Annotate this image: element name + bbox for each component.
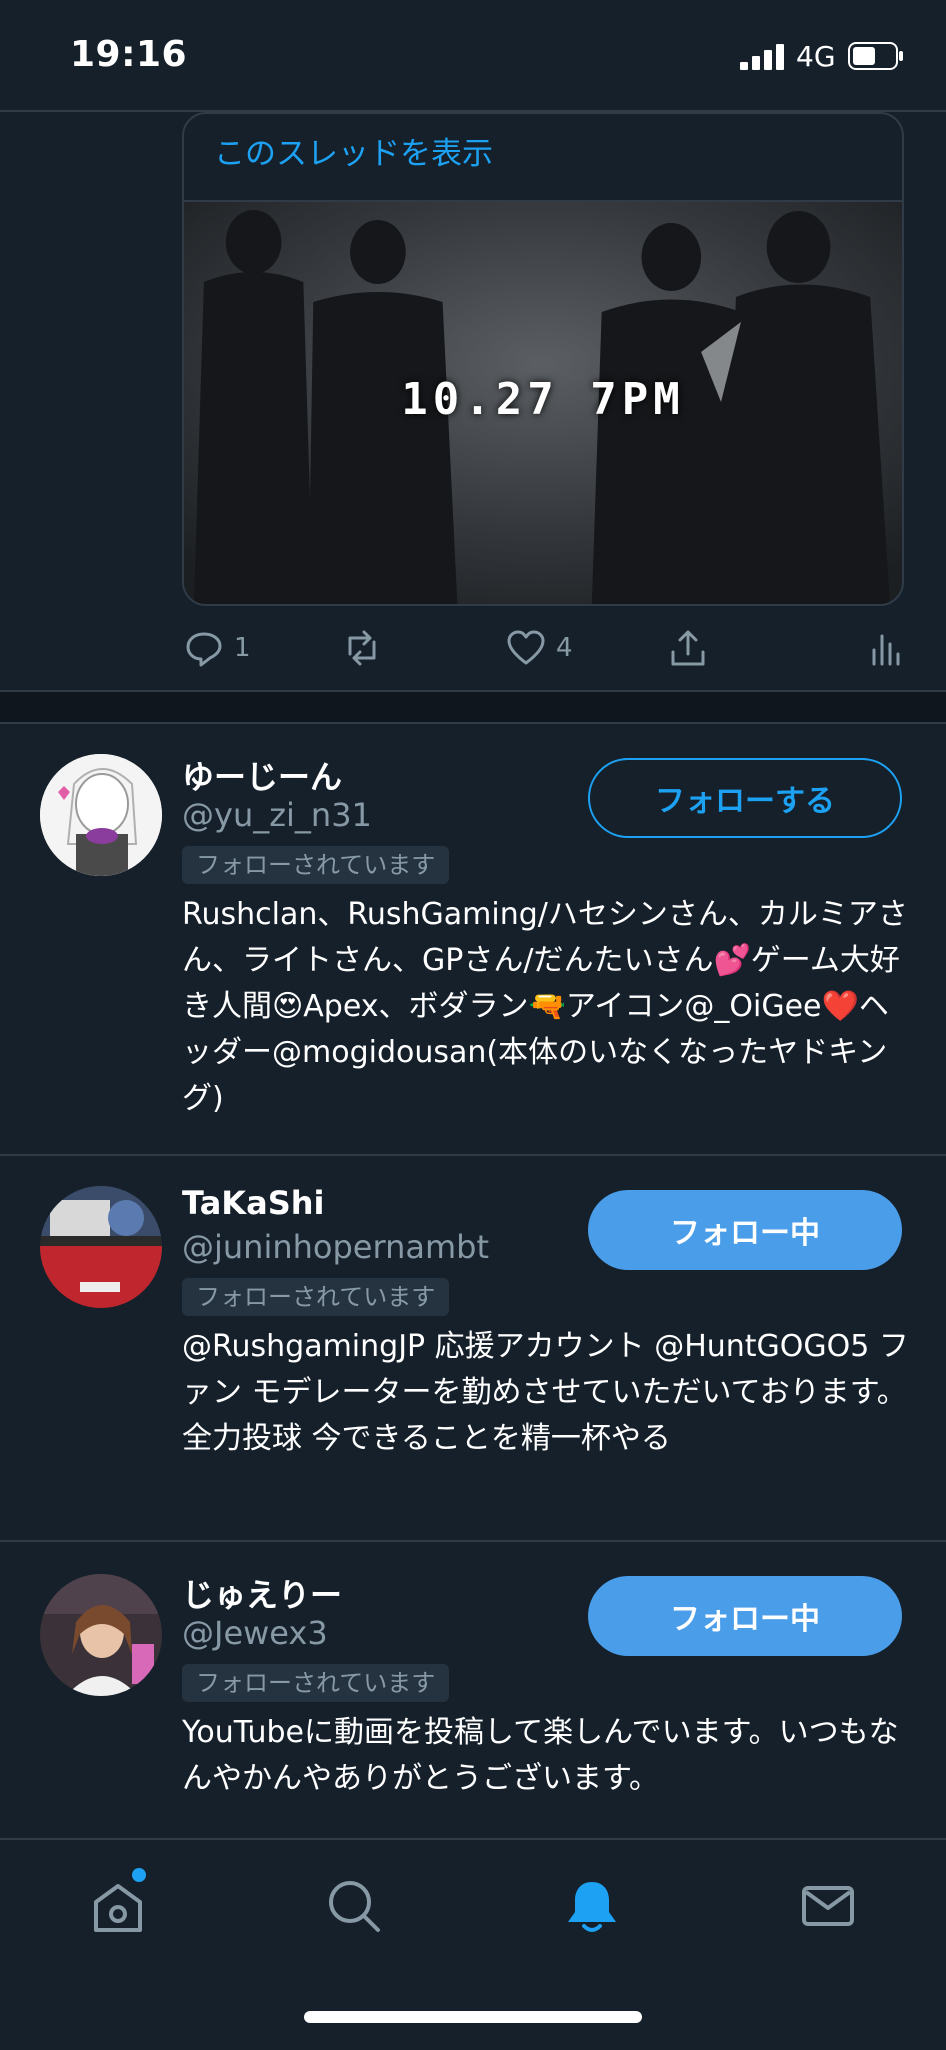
user-name[interactable]: ゆーじーん (182, 752, 342, 798)
user-bio: Rushclan、RushGaming/ハセシンさん、カルミアさん、ライトさん、… (182, 897, 908, 1116)
analytics-icon (872, 634, 900, 666)
following-button[interactable]: フォロー中 (588, 1576, 902, 1656)
like-button[interactable]: 4 (506, 626, 573, 670)
retweet-icon (348, 630, 376, 666)
network-label: 4G (796, 40, 836, 73)
avatar-image (40, 1186, 162, 1308)
home-indicator[interactable] (304, 2011, 642, 2023)
messages-icon (802, 1886, 854, 1926)
following-button[interactable]: フォロー中 (588, 1190, 902, 1270)
avatar[interactable] (40, 1574, 162, 1696)
user-bio: YouTubeに動画を投稿して楽しんでいます。いつもなんやかんやありがとうござい… (182, 1715, 899, 1796)
retweet-button[interactable] (342, 626, 382, 670)
avatar-image (40, 1574, 162, 1696)
user-name[interactable]: じゅえりー (182, 1570, 342, 1616)
reply-button[interactable]: 1 (184, 626, 251, 670)
signal-icon (740, 44, 784, 70)
share-icon (671, 630, 705, 666)
heart-icon (507, 630, 545, 665)
tab-notifications[interactable] (562, 1876, 622, 1936)
tab-home[interactable] (88, 1876, 148, 1936)
user-row[interactable]: ゆーじーん @yu_zi_n31 フォローされています フォローする Rushc… (0, 724, 946, 1154)
tab-search[interactable] (324, 1876, 384, 1936)
user-row[interactable]: TaKaShi @juninhopernambt フォローされています フォロー… (0, 1156, 946, 1540)
follows-you-badge: フォローされています (182, 846, 450, 884)
user-handle: @juninhopernambt (182, 1228, 489, 1266)
share-button[interactable] (668, 626, 708, 670)
avatar[interactable] (40, 754, 162, 876)
section-spacer (0, 692, 946, 722)
status-time: 19:16 (70, 34, 188, 75)
tab-messages[interactable] (798, 1876, 858, 1936)
follow-button[interactable]: フォローする (588, 758, 902, 838)
follows-you-badge: フォローされています (182, 1278, 450, 1316)
media-overlay-text: 10.27 7PM (401, 374, 685, 425)
analytics-button[interactable] (866, 626, 906, 670)
battery-icon (848, 42, 903, 70)
avatar-image (40, 754, 162, 876)
like-count: 4 (556, 633, 573, 663)
notifications-icon (568, 1882, 616, 1932)
user-name[interactable]: TaKaShi (182, 1184, 324, 1222)
tweet-card[interactable]: このスレッドを表示 10.27 7PM (182, 112, 904, 606)
user-row[interactable]: じゅえりー @Jewex3 フォローされています フォロー中 YouTubeに動… (0, 1542, 946, 1836)
user-bio: @RushgamingJP 応援アカウント @HuntGOGO5 ファン モデレ… (182, 1329, 909, 1456)
reply-count: 1 (234, 633, 251, 663)
user-handle: @Jewex3 (182, 1614, 328, 1652)
show-thread-link[interactable]: このスレッドを表示 (214, 128, 493, 173)
user-handle: @yu_zi_n31 (182, 796, 372, 834)
avatar[interactable] (40, 1186, 162, 1308)
reply-icon (186, 632, 222, 667)
search-icon (329, 1881, 380, 1932)
home-unread-dot (132, 1868, 146, 1882)
home-icon (94, 1884, 142, 1932)
follows-you-badge: フォローされています (182, 1664, 450, 1702)
